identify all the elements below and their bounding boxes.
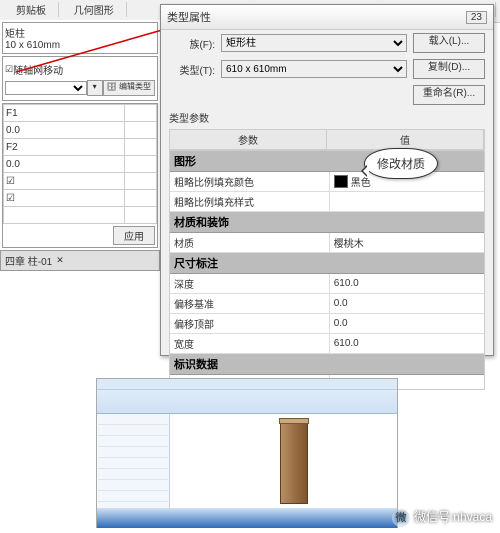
edit-type-button[interactable]: 🗄 编辑类型 <box>103 80 155 96</box>
grid-cell[interactable] <box>125 207 157 224</box>
view-tab[interactable]: 四章 柱-01✕ <box>0 250 160 271</box>
watermark: 微微信号:nhvaca <box>392 508 492 527</box>
property-group-header[interactable]: 材质和装饰 <box>170 212 484 233</box>
dialog-title: 类型属性 <box>167 9 211 25</box>
load-button[interactable]: 载入(L)... <box>413 33 485 53</box>
property-grid[interactable]: F10.0F20.0☑☑ <box>3 104 157 224</box>
family-size: 10 x 610mm <box>5 40 155 51</box>
property-row[interactable]: 深度610.0 <box>170 274 484 294</box>
property-row[interactable]: 宽度610.0 <box>170 334 484 354</box>
grid-cell[interactable] <box>125 190 157 207</box>
property-key: 粗略比例填充颜色 <box>170 172 330 191</box>
param-section-label: 类型参数 <box>161 108 493 127</box>
color-swatch <box>334 175 348 188</box>
properties-panel: 矩柱 10 x 610mm ☑ 随轴网移动 ▾ 🗄 编辑类型 F10.0F20.… <box>0 20 160 271</box>
grid-cell[interactable]: ☑ <box>4 190 125 207</box>
property-value[interactable]: 0.0 <box>330 314 484 333</box>
apply-button[interactable]: 应用 <box>113 226 155 245</box>
property-row[interactable]: 偏移顶部0.0 <box>170 314 484 334</box>
property-row[interactable]: 偏移基准0.0 <box>170 294 484 314</box>
type-selector[interactable] <box>5 81 87 95</box>
property-key: 宽度 <box>170 334 330 353</box>
property-key: 粗略比例填充样式 <box>170 192 330 211</box>
property-value[interactable]: 610.0 <box>330 334 484 353</box>
grid-cell[interactable] <box>125 122 157 139</box>
column-3d <box>280 420 308 504</box>
property-row[interactable]: 粗略比例填充颜色黑色 <box>170 172 484 192</box>
menu-geometry[interactable]: 几何图形 <box>62 2 127 17</box>
property-key: 深度 <box>170 274 330 293</box>
grid-cell[interactable]: 0.0 <box>4 122 125 139</box>
property-value[interactable] <box>330 192 484 211</box>
grid-cell[interactable]: F2 <box>4 139 125 156</box>
property-value[interactable]: 610.0 <box>330 274 484 293</box>
screenshot-thumbnail <box>96 378 398 528</box>
property-key: 偏移顶部 <box>170 314 330 333</box>
grid-cell[interactable]: ☑ <box>4 173 125 190</box>
grid-cell[interactable] <box>125 105 157 122</box>
family-select[interactable]: 矩形柱 <box>221 34 407 52</box>
duplicate-button[interactable]: 复制(D)... <box>413 59 485 79</box>
close-tab-icon[interactable]: ✕ <box>56 255 64 266</box>
property-value[interactable]: 0.0 <box>330 294 484 313</box>
property-row[interactable]: 粗略比例填充样式 <box>170 192 484 212</box>
grid-cell[interactable]: 0.0 <box>4 156 125 173</box>
constrain-label: 随轴网移动 <box>13 62 155 77</box>
property-key: 偏移基准 <box>170 294 330 313</box>
type-label: 类型(T): <box>169 62 215 77</box>
menu-clipboard[interactable]: 剪贴板 <box>4 2 59 17</box>
callout-bubble: 修改材质 <box>364 148 438 179</box>
family-type: 矩柱 <box>5 25 155 40</box>
param-grid[interactable]: 图形粗略比例填充颜色黑色粗略比例填充样式材质和装饰材质樱桃木尺寸标注深度610.… <box>169 150 485 390</box>
grid-cell[interactable] <box>4 207 125 224</box>
grid-cell[interactable]: F1 <box>4 105 125 122</box>
type-properties-dialog: 类型属性 23 族(F): 矩形柱 载入(L)... 类型(T): 610 x … <box>160 4 494 356</box>
grid-cell[interactable] <box>125 173 157 190</box>
dialog-close-button[interactable]: 23 <box>466 11 487 24</box>
param-header: 参数值 <box>169 129 485 150</box>
grid-cell[interactable] <box>125 156 157 173</box>
grid-cell[interactable] <box>125 139 157 156</box>
property-key: 材质 <box>170 233 330 252</box>
property-value[interactable]: 樱桃木 <box>330 233 484 252</box>
wechat-icon: 微 <box>392 509 410 527</box>
rename-button[interactable]: 重命名(R)... <box>413 85 485 105</box>
property-group-header[interactable]: 标识数据 <box>170 354 484 375</box>
family-label: 族(F): <box>169 36 215 51</box>
property-row[interactable]: 材质樱桃木 <box>170 233 484 253</box>
type-select[interactable]: 610 x 610mm <box>221 60 407 78</box>
dropdown-icon[interactable]: ▾ <box>87 80 103 96</box>
property-group-header[interactable]: 尺寸标注 <box>170 253 484 274</box>
